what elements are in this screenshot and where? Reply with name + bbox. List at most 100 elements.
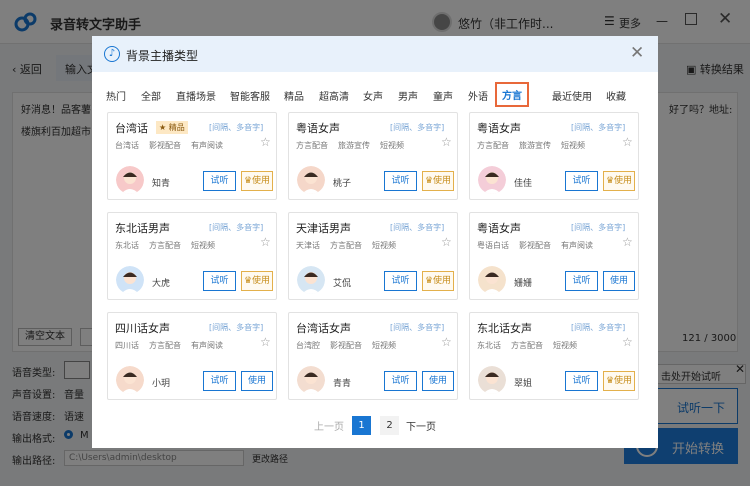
voice-type-dialog: ♪ 背景主播类型 ✕ 热门 全部 直播场景 智能客服 精品 超高清 女声 男声 童声 外语 方言 最近…: [92, 36, 658, 448]
voice-avatar: [297, 366, 325, 394]
favorite-star-icon[interactable]: ☆: [260, 335, 271, 349]
voice-tag: 方言配音: [477, 141, 509, 150]
voice-person: 青青: [333, 379, 352, 389]
premium-crown-icon: ♛: [424, 176, 434, 186]
voice-tag: 方言配音: [149, 241, 181, 250]
voice-card[interactable]: 台湾话 ★ 精品 [间隔、多音字] ☆ 台湾话 影视配音 有声阅读 知青 试听 ♛使用: [107, 112, 277, 200]
favorite-star-icon[interactable]: ☆: [260, 135, 271, 149]
listen-button[interactable]: 试听: [565, 171, 598, 191]
voice-card[interactable]: 粤语女声 [间隔、多音字] ☆ 粤语白话 影视配音 有声阅读 姗姗 试听 使用: [469, 212, 639, 300]
voice-tag: 东北话: [477, 341, 501, 350]
tab-8[interactable]: 童声: [433, 88, 453, 103]
voice-tag: 四川话: [115, 341, 139, 350]
tab-3[interactable]: 智能客服: [230, 88, 270, 103]
favorite-star-icon[interactable]: ☆: [441, 235, 452, 249]
use-button[interactable]: ♛使用: [603, 371, 635, 391]
use-label: 使用: [614, 176, 633, 186]
favorite-star-icon[interactable]: ☆: [441, 335, 452, 349]
tab-9[interactable]: 外语: [468, 88, 488, 103]
voice-tag: 有声阅读: [191, 141, 223, 150]
listen-button[interactable]: 试听: [203, 371, 236, 391]
use-button[interactable]: 使用: [603, 271, 635, 291]
voice-tag: 旅游宣传: [519, 141, 551, 150]
dialog-close-icon[interactable]: ✕: [630, 43, 644, 63]
voice-card[interactable]: 台湾话女声 [间隔、多音字] ☆ 台湾腔 影视配音 短视频 青青 试听 使用: [288, 312, 458, 400]
voice-person: 佳佳: [514, 179, 533, 189]
use-button[interactable]: ♛使用: [241, 271, 273, 291]
voice-name: 粤语女声: [477, 222, 521, 235]
pager-prev[interactable]: 上一页: [314, 418, 344, 433]
voice-card[interactable]: 东北话男声 [间隔、多音字] ☆ 东北话 方言配音 短视频 大虎 试听 ♛使用: [107, 212, 277, 300]
voice-tag: 短视频: [561, 141, 585, 150]
listen-button[interactable]: 试听: [384, 371, 417, 391]
voice-card[interactable]: 粤语女声 [间隔、多音字] ☆ 方言配音 旅游宣传 短视频 桃子 试听 ♛使用: [288, 112, 458, 200]
voice-card[interactable]: 天津话男声 [间隔、多音字] ☆ 天津话 方言配音 短视频 艾侃 试听 ♛使用: [288, 212, 458, 300]
voice-features: [间隔、多音字]: [571, 123, 626, 132]
pager-page-2[interactable]: 2: [380, 416, 399, 435]
voice-avatar: [116, 366, 144, 394]
voice-person: 姗姗: [514, 279, 533, 289]
voice-tag: 台湾腔: [296, 341, 320, 350]
voice-tags: 东北话 方言配音 短视频: [115, 240, 225, 251]
voice-tag: 方言配音: [296, 141, 328, 150]
voice-card[interactable]: 东北话女声 [间隔、多音字] ☆ 东北话 方言配音 短视频 翠姐 试听 ♛使用: [469, 312, 639, 400]
use-label: 使用: [252, 276, 271, 286]
use-button[interactable]: ♛使用: [422, 271, 454, 291]
voice-features: [间隔、多音字]: [390, 323, 445, 332]
voice-tag: 影视配音: [149, 141, 181, 150]
voice-features: [间隔、多音字]: [571, 323, 626, 332]
voice-tag: 有声阅读: [191, 341, 223, 350]
use-button[interactable]: 使用: [422, 371, 454, 391]
voice-features: [间隔、多音字]: [209, 123, 264, 132]
listen-button[interactable]: 试听: [384, 271, 417, 291]
pager-next[interactable]: 下一页: [406, 418, 436, 433]
tab-0[interactable]: 热门: [106, 88, 126, 103]
voice-features: [间隔、多音字]: [571, 223, 626, 232]
tab-2[interactable]: 直播场景: [176, 88, 216, 103]
voice-tags: 台湾话 影视配音 有声阅读: [115, 140, 233, 151]
tab-6[interactable]: 女声: [363, 88, 383, 103]
use-button[interactable]: ♛使用: [422, 171, 454, 191]
listen-button[interactable]: 试听: [384, 171, 417, 191]
voice-tag: 方言配音: [511, 341, 543, 350]
tab-11[interactable]: 最近使用: [552, 88, 592, 103]
tab-7[interactable]: 男声: [398, 88, 418, 103]
favorite-star-icon[interactable]: ☆: [622, 335, 633, 349]
premium-crown-icon: ♛: [605, 376, 615, 386]
favorite-star-icon[interactable]: ☆: [441, 135, 452, 149]
listen-button[interactable]: 试听: [203, 271, 236, 291]
premium-crown-icon: ♛: [605, 176, 615, 186]
voice-person: 小玥: [152, 379, 171, 389]
tab-10[interactable]: 方言: [495, 82, 529, 107]
pager-page-1[interactable]: 1: [352, 416, 371, 435]
voice-person: 艾侃: [333, 279, 352, 289]
favorite-star-icon[interactable]: ☆: [622, 135, 633, 149]
use-button[interactable]: ♛使用: [603, 171, 635, 191]
tab-12[interactable]: 收藏: [606, 88, 626, 103]
favorite-star-icon[interactable]: ☆: [260, 235, 271, 249]
favorite-star-icon[interactable]: ☆: [622, 235, 633, 249]
voice-person: 翠姐: [514, 379, 533, 389]
use-button[interactable]: 使用: [241, 371, 273, 391]
use-button[interactable]: ♛使用: [241, 171, 273, 191]
listen-button[interactable]: 试听: [565, 371, 598, 391]
premium-crown-icon: ♛: [424, 276, 434, 286]
voice-name: 粤语女声: [296, 122, 340, 135]
voice-person: 桃子: [333, 179, 352, 189]
use-label: 使用: [247, 376, 266, 386]
listen-button[interactable]: 试听: [565, 271, 598, 291]
voice-name: 东北话女声: [477, 322, 532, 335]
tab-1[interactable]: 全部: [141, 88, 161, 103]
voice-person: 知青: [152, 179, 171, 189]
premium-crown-icon: ♛: [243, 176, 253, 186]
tab-4[interactable]: 精品: [284, 88, 304, 103]
voice-tags: 粤语白话 影视配音 有声阅读: [477, 240, 603, 251]
voice-card[interactable]: 四川话女声 [间隔、多音字] ☆ 四川话 方言配音 有声阅读 小玥 试听 使用: [107, 312, 277, 400]
voice-name: 东北话男声: [115, 222, 170, 235]
music-note-icon: ♪: [104, 46, 120, 62]
use-label: 使用: [609, 276, 628, 286]
listen-button[interactable]: 试听: [203, 171, 236, 191]
tab-5[interactable]: 超高清: [319, 88, 349, 103]
voice-card[interactable]: 粤语女声 [间隔、多音字] ☆ 方言配音 旅游宣传 短视频 佳佳 试听 ♛使用: [469, 112, 639, 200]
voice-tag: 方言配音: [330, 241, 362, 250]
